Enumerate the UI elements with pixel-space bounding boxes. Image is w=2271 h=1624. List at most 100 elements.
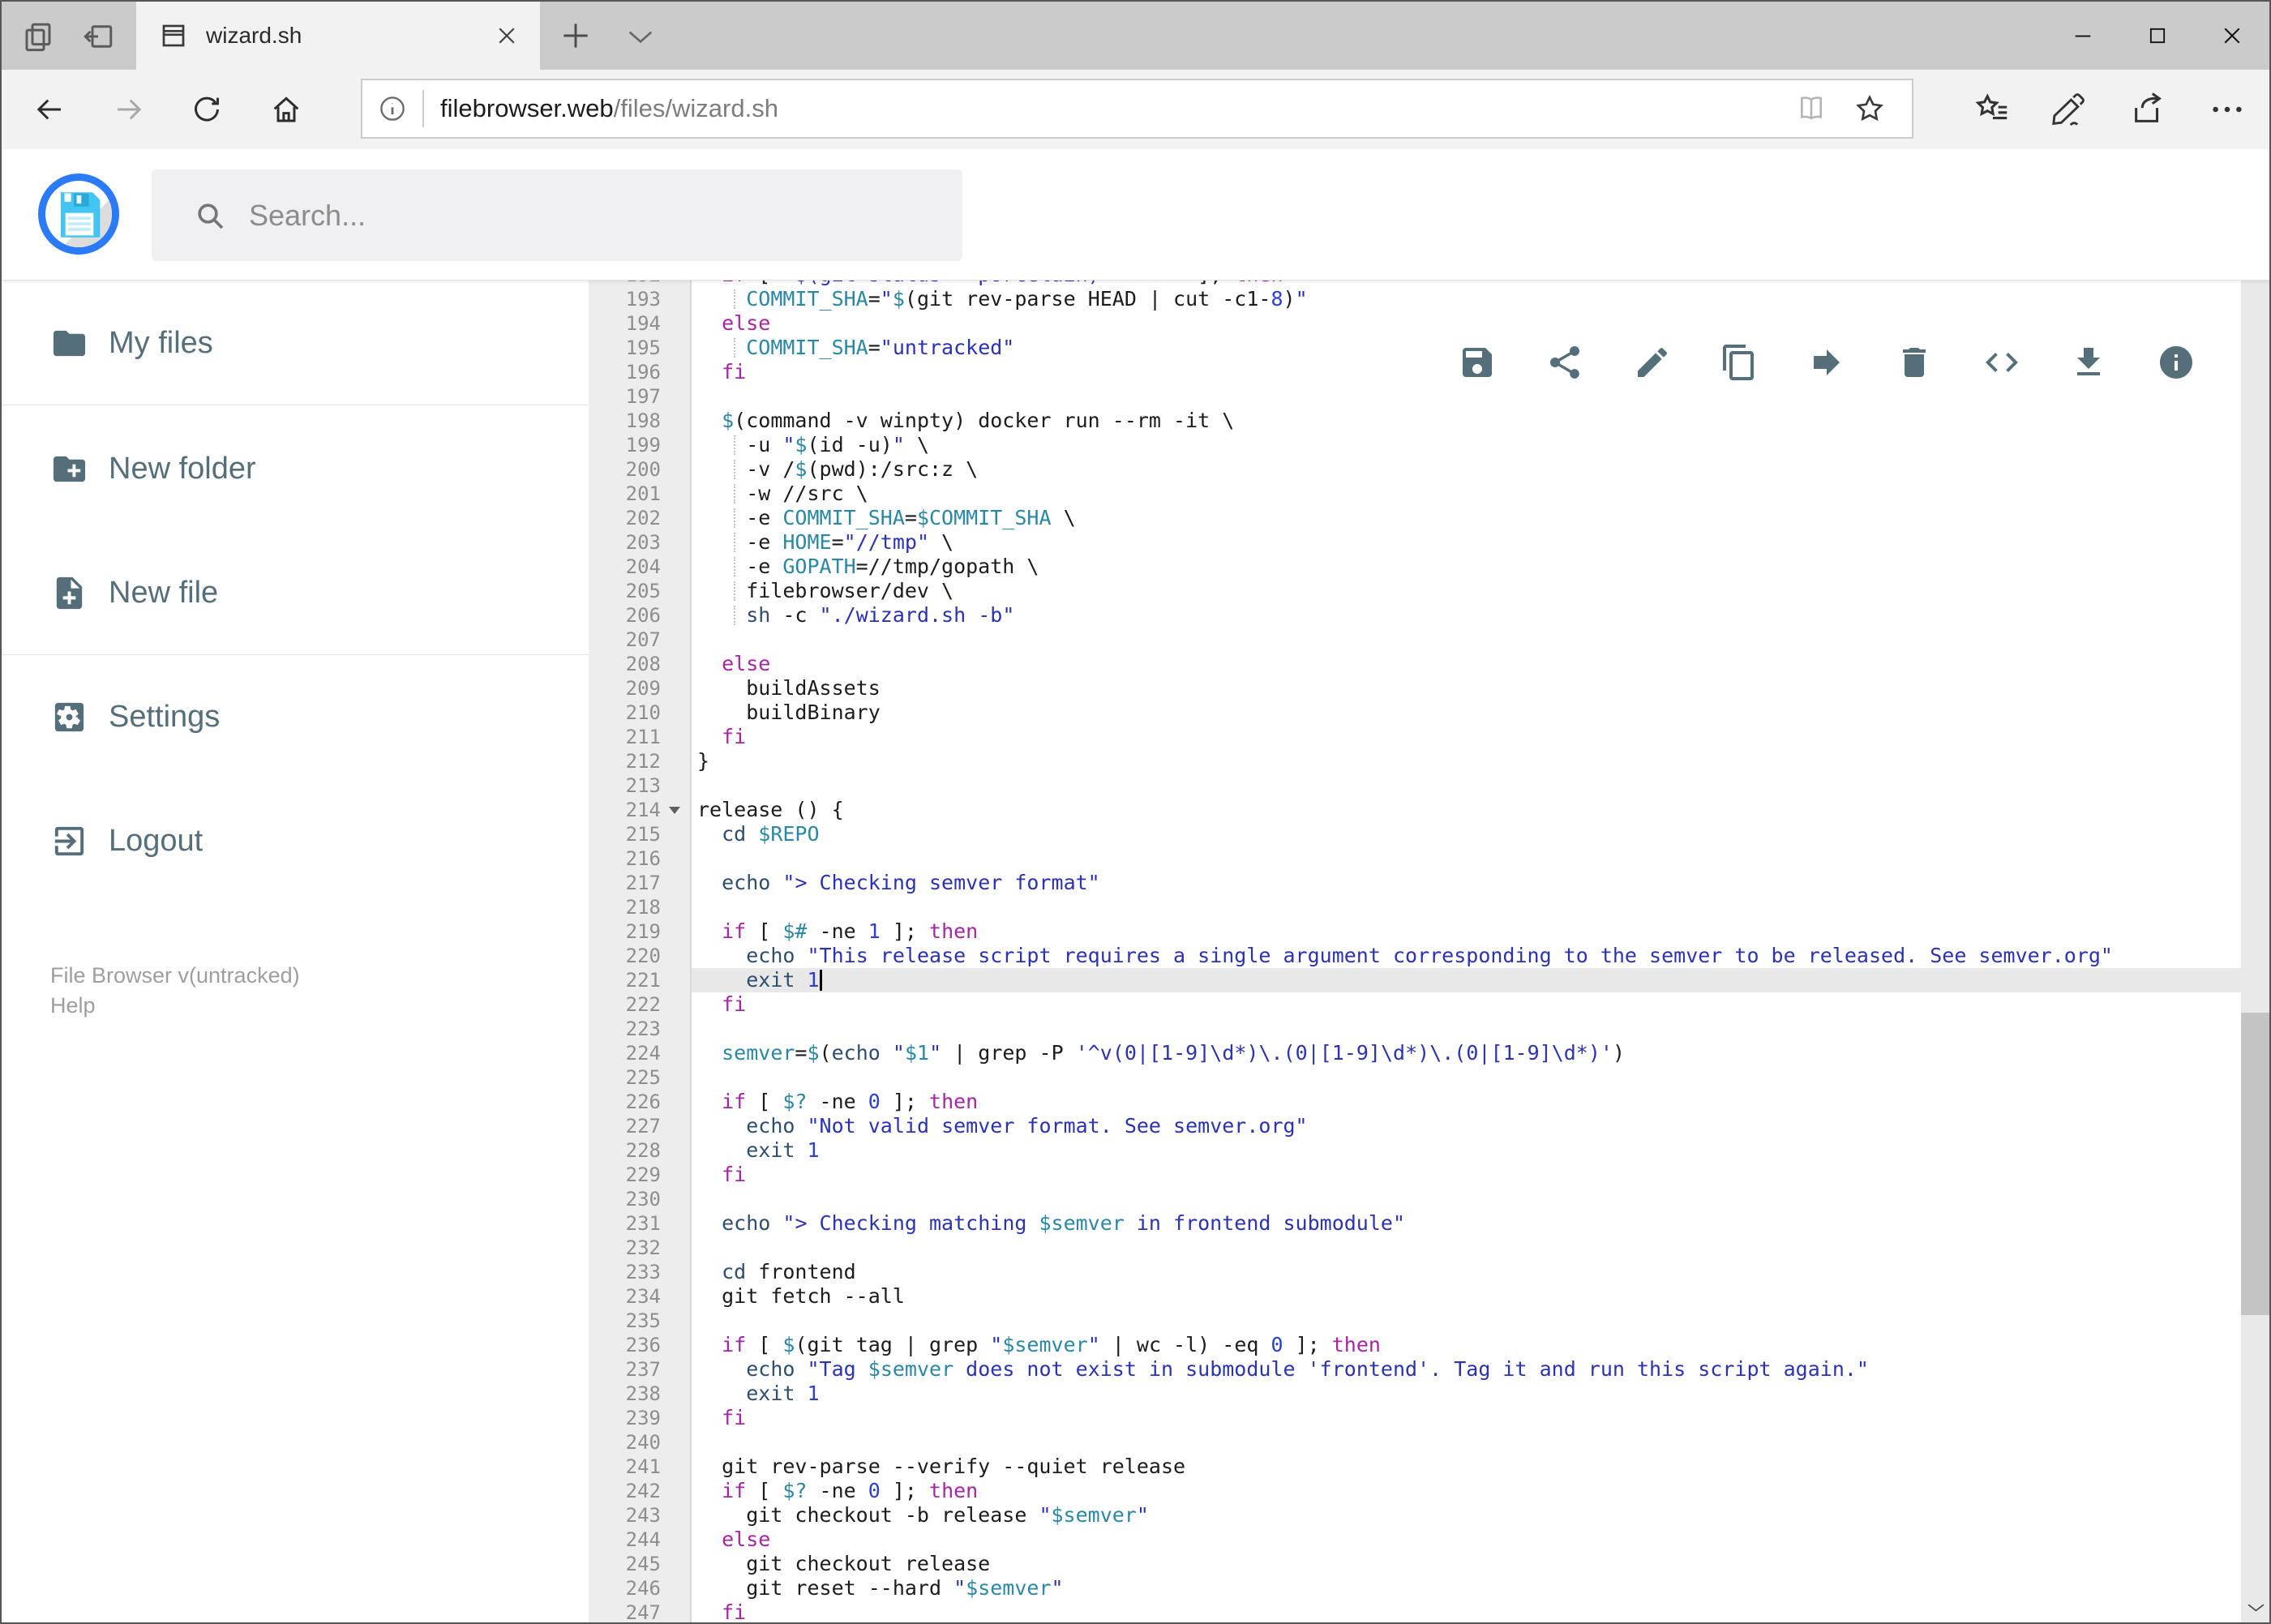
code-line-text[interactable]: release () {	[692, 798, 2241, 822]
code-line-text[interactable]: exit 1	[692, 1138, 2241, 1163]
code-line-text[interactable]: COMMIT_SHA="$(git rev-parse HEAD | cut -…	[692, 287, 2241, 311]
forward-button[interactable]	[112, 92, 146, 126]
code-line-text[interactable]	[692, 628, 2241, 652]
code-icon[interactable]	[1982, 343, 2021, 382]
delete-icon[interactable]	[1895, 343, 1934, 382]
code-line-text[interactable]: filebrowser/dev \	[692, 579, 2241, 603]
url-field[interactable]: filebrowser.web/files/wizard.sh	[361, 79, 1913, 139]
download-icon[interactable]	[2069, 343, 2108, 382]
code-line-text[interactable]	[692, 1309, 2241, 1333]
code-line-text[interactable]: buildAssets	[692, 676, 2241, 701]
code-line-text[interactable]: exit 1	[692, 968, 2241, 992]
code-line-text[interactable]: sh -c "./wizard.sh -b"	[692, 603, 2241, 628]
code-line-text[interactable]	[692, 773, 2241, 798]
code-line-text[interactable]: }	[692, 749, 2241, 773]
fold-arrow-icon[interactable]	[669, 807, 680, 814]
info-icon[interactable]	[2157, 343, 2196, 382]
code-line-text[interactable]: if [ $? -ne 0 ]; then	[692, 1479, 2241, 1503]
code-line-text[interactable]: echo "Tag $semver does not exist in subm…	[692, 1357, 2241, 1382]
code-line-text[interactable]: fi	[692, 725, 2241, 749]
code-line-text[interactable]: exit 1	[692, 1382, 2241, 1406]
code-line-text[interactable]: if [ "$(git status --porcelain)" == "" ]…	[692, 280, 2241, 287]
code-line-text[interactable]: fi	[692, 1163, 2241, 1187]
code-line-text[interactable]	[692, 1187, 2241, 1211]
help-link[interactable]: Help	[50, 991, 300, 1021]
code-line-text[interactable]: git reset --hard "$semver"	[692, 1576, 2241, 1600]
maximize-button[interactable]	[2120, 2, 2195, 70]
set-tabs-aside-icon[interactable]	[81, 19, 115, 54]
tab-preview-chevron-icon[interactable]	[624, 23, 657, 50]
code-line-text[interactable]	[692, 1236, 2241, 1260]
site-info-icon[interactable]	[377, 93, 408, 124]
sidebar-item-settings[interactable]: Settings	[2, 692, 589, 742]
share-page-icon[interactable]	[2129, 91, 2166, 128]
hub-favorites-icon[interactable]	[1973, 91, 2011, 128]
tabs-set-aside-icon[interactable]	[21, 19, 55, 54]
code-line-text[interactable]: if [ $(git tag | grep "$semver" | wc -l)…	[692, 1333, 2241, 1357]
code-line-text[interactable]: fi	[692, 1600, 2241, 1622]
filebrowser-logo[interactable]	[38, 174, 119, 255]
url-text[interactable]: filebrowser.web/files/wizard.sh	[440, 94, 1795, 123]
search-box[interactable]	[152, 169, 962, 261]
code-line-text[interactable]	[692, 1017, 2241, 1041]
code-line-text[interactable]: cd $REPO	[692, 822, 2241, 846]
code-line-text[interactable]: else	[692, 652, 2241, 676]
code-line-text[interactable]: buildBinary	[692, 701, 2241, 725]
reading-view-icon[interactable]	[1795, 92, 1828, 125]
code-line-text[interactable]: -e GOPATH=//tmp/gopath \	[692, 555, 2241, 579]
move-icon[interactable]	[1807, 343, 1846, 382]
share-icon[interactable]	[1545, 343, 1584, 382]
code-line-text[interactable]: -v /$(pwd):/src:z \	[692, 457, 2241, 482]
back-button[interactable]	[32, 92, 66, 126]
page-scrollbar[interactable]	[2241, 149, 2269, 1622]
code-line-text[interactable]: semver=$(echo "$1" | grep -P '^v(0|[1-9]…	[692, 1041, 2241, 1065]
save-icon[interactable]	[1458, 343, 1497, 382]
sidebar-item-new-file[interactable]: New file	[2, 568, 589, 618]
code-line-text[interactable]: if [ $# -ne 1 ]; then	[692, 919, 2241, 944]
code-line-text[interactable]: git rev-parse --verify --quiet release	[692, 1455, 2241, 1479]
new-tab-button[interactable]	[558, 18, 593, 54]
code-line-text[interactable]: -e HOME="//tmp" \	[692, 530, 2241, 555]
code-line-text[interactable]	[692, 1065, 2241, 1090]
code-line-text[interactable]: $(command -v winpty) docker run --rm -it…	[692, 409, 2241, 433]
code-line-text[interactable]: else	[692, 1528, 2241, 1552]
tab-close-icon[interactable]	[495, 24, 519, 48]
minimize-button[interactable]	[2046, 2, 2120, 70]
sidebar-item-logout[interactable]: Logout	[2, 816, 589, 866]
edit-icon[interactable]	[1633, 343, 1672, 382]
code-line-text[interactable]: git fetch --all	[692, 1284, 2241, 1309]
line-number: 222	[589, 992, 692, 1017]
code-line-text[interactable]: -u "$(id -u)" \	[692, 433, 2241, 457]
close-button[interactable]	[2195, 2, 2269, 70]
code-line-text[interactable]: echo "Not valid semver format. See semve…	[692, 1114, 2241, 1138]
code-line-text[interactable]	[692, 895, 2241, 919]
code-line-text[interactable]: fi	[692, 1406, 2241, 1430]
code-line-text[interactable]: echo "This release script requires a sin…	[692, 944, 2241, 968]
code-line-text[interactable]: git checkout -b release "$semver"	[692, 1503, 2241, 1528]
code-line-text[interactable]: else	[692, 311, 2241, 336]
code-line-text[interactable]: if [ $? -ne 0 ]; then	[692, 1090, 2241, 1114]
sidebar-item-my-files[interactable]: My files	[2, 318, 589, 368]
sidebar-item-new-folder[interactable]: New folder	[2, 443, 589, 494]
code-line-text[interactable]: git checkout release	[692, 1552, 2241, 1576]
code-line-text[interactable]	[692, 1430, 2241, 1455]
browser-tab[interactable]: wizard.sh	[136, 2, 540, 70]
more-options-icon[interactable]	[2209, 91, 2246, 128]
code-line-text[interactable]	[692, 384, 2241, 409]
refresh-button[interactable]	[190, 92, 224, 126]
code-line-text[interactable]: fi	[692, 992, 2241, 1017]
code-line-text[interactable]: -e COMMIT_SHA=$COMMIT_SHA \	[692, 506, 2241, 530]
code-line-text[interactable]: -w //src \	[692, 482, 2241, 506]
tab-indent-guide	[734, 484, 735, 503]
code-line-text[interactable]: echo "> Checking matching $semver in fro…	[692, 1211, 2241, 1236]
add-favorite-icon[interactable]	[1853, 92, 1886, 125]
code-line-text[interactable]	[692, 846, 2241, 871]
scrollbar-thumb[interactable]	[2241, 1013, 2269, 1315]
search-input[interactable]	[247, 197, 962, 234]
home-button[interactable]	[269, 92, 303, 126]
web-note-pen-icon[interactable]	[2050, 91, 2087, 128]
code-line-text[interactable]: cd frontend	[692, 1260, 2241, 1284]
code-line-text[interactable]: echo "> Checking semver format"	[692, 871, 2241, 895]
copy-icon[interactable]	[1720, 343, 1759, 382]
scroll-down-icon[interactable]	[2246, 1601, 2266, 1616]
